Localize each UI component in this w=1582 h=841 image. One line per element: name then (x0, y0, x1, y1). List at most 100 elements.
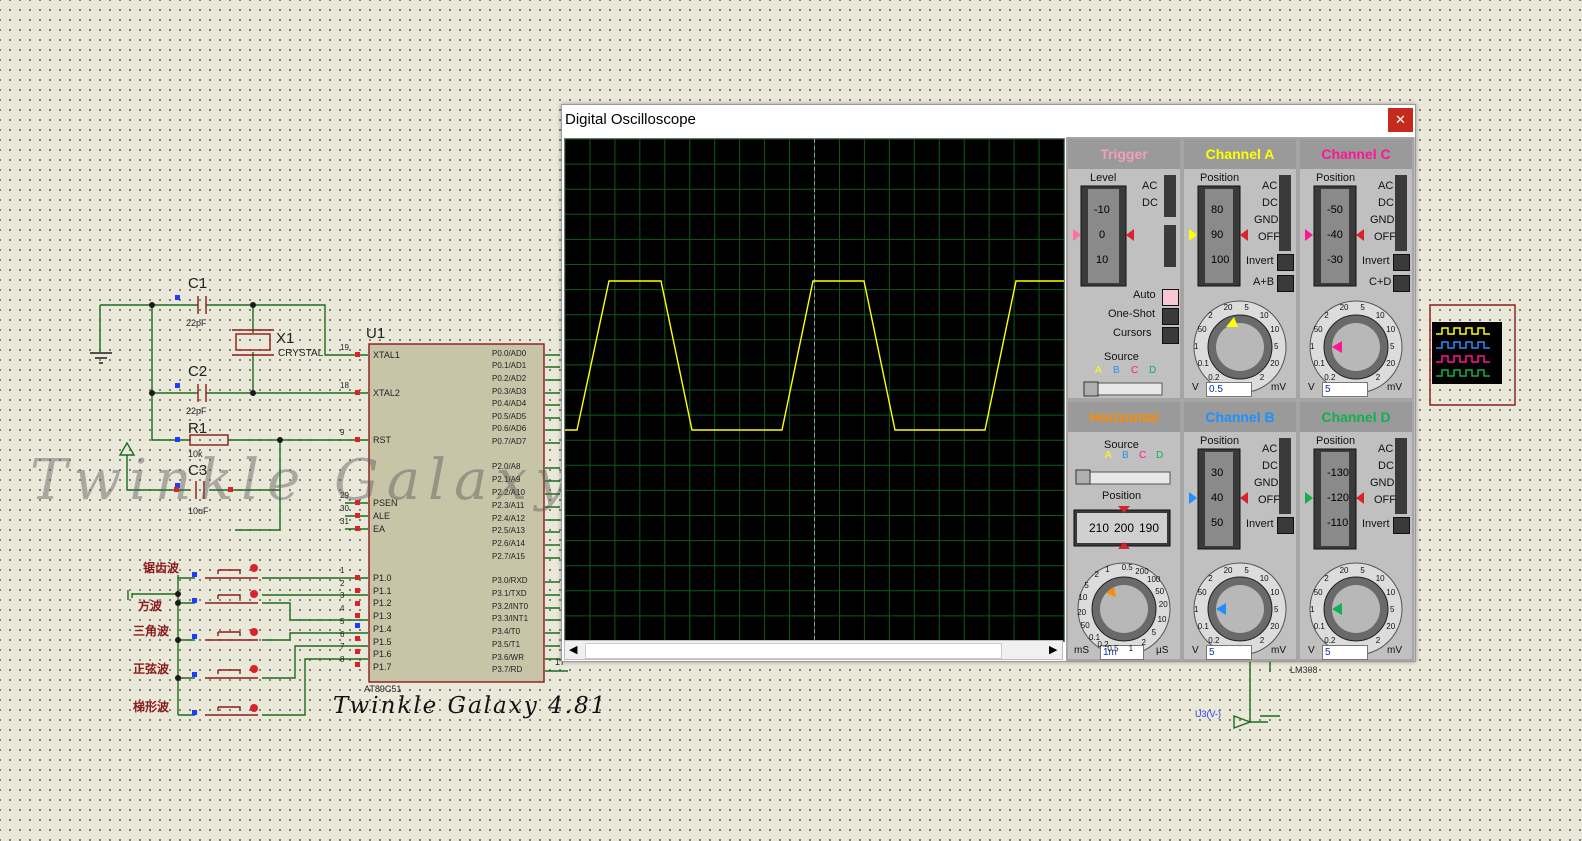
channel-c-scale-field[interactable]: 5 (1322, 382, 1368, 397)
channel-b-position-label: Position (1200, 435, 1240, 447)
channel-b-dc-label: DC (1262, 460, 1278, 472)
u1-pin-name: XTAL2 (373, 388, 400, 398)
channel-c-position-drum[interactable] (1314, 186, 1356, 286)
channel-d-knob-tick: 2 (1324, 574, 1329, 584)
trigger-source-label: Source (1104, 351, 1139, 363)
u1-pin-name: P0.7/AD7 (492, 437, 527, 446)
scroll-thumb[interactable] (585, 643, 1002, 659)
channel-d-position-label: Position (1316, 435, 1356, 447)
channel-c-unit-mv: mV (1387, 382, 1402, 393)
scope-screen (564, 138, 1065, 642)
channel-d-unit-mv: mV (1387, 645, 1402, 656)
channel-d-off-label: OFF (1374, 494, 1396, 506)
timebase-knob-tick: 50 (1080, 621, 1090, 631)
scope-display[interactable] (564, 138, 1065, 642)
channel-c-combine-toggle[interactable] (1393, 275, 1410, 292)
oscilloscope-window[interactable]: Digital Oscilloscope ✕ ◀ ▶ Trigger Level… (561, 104, 1416, 662)
channel-d-knob-tick: 2 (1375, 635, 1381, 645)
channel-a-knob-tick: 5 (1244, 303, 1249, 313)
channel-c-knob-tick: 10 (1375, 311, 1385, 321)
channel-d-invert-toggle[interactable] (1393, 517, 1410, 534)
horizontal-scrollbar[interactable]: ◀ ▶ (564, 640, 1063, 660)
u1-pin-name: P1.0 (373, 573, 392, 583)
channel-b-ac-label: AC (1262, 443, 1278, 455)
u1-pin-name: P0.5/AD5 (492, 412, 527, 421)
channel-a-scale-field[interactable]: 0.5 (1206, 382, 1252, 397)
window-titlebar[interactable]: Digital Oscilloscope ✕ (562, 105, 1415, 135)
horizontal-position-drum[interactable] (1074, 510, 1170, 546)
horizontal-source-c: C (1139, 450, 1147, 461)
window-title: Digital Oscilloscope (565, 111, 696, 128)
channel-b-knob-tick: 20 (1223, 566, 1233, 576)
trigger-source-d: D (1149, 365, 1157, 376)
u1-pin-number: 7 (340, 642, 345, 651)
channel-c-combine-label: C+D (1369, 276, 1392, 288)
channel-a-knob-tick: 50 (1197, 325, 1207, 335)
channel-a-knob-tick: 1 (1194, 342, 1199, 351)
trigger-level-drum[interactable] (1081, 186, 1126, 286)
channel-c-knob-tick: 20 (1339, 303, 1349, 313)
channel-a-combine-toggle[interactable] (1277, 275, 1294, 292)
auto-toggle[interactable] (1162, 289, 1179, 306)
channel-a-position-drum[interactable] (1198, 186, 1240, 286)
horizontal-unit-us: μS (1156, 645, 1169, 656)
u1-pin-name: P1.1 (373, 586, 392, 596)
u1-pin-name: P3.7/RD (492, 665, 523, 674)
close-button[interactable]: ✕ (1388, 108, 1413, 132)
channel-b-scale-field[interactable]: 5 (1206, 645, 1252, 660)
u1-pin-number: 18 (340, 381, 349, 390)
channel-b-knob-tick: 5 (1244, 566, 1249, 576)
channel-b-invert-label: Invert (1246, 518, 1274, 530)
channel-a-knob-tick: 5 (1274, 342, 1279, 351)
channel-a-combine-label: A+B (1253, 276, 1275, 288)
channel-b-knob-tick: 50 (1197, 588, 1207, 598)
channel-b-knob-tick: 0.1 (1197, 621, 1209, 631)
timebase-knob-tick: 2 (1094, 570, 1099, 580)
scroll-left-icon[interactable]: ◀ (569, 643, 577, 656)
channel-d-knob-tick: 5 (1390, 605, 1395, 614)
trigger-source-slider[interactable] (1084, 382, 1162, 396)
cursors-toggle[interactable] (1162, 327, 1179, 344)
channel-b-position-drum[interactable] (1198, 449, 1240, 549)
one-shot-toggle[interactable] (1162, 308, 1179, 325)
u1-pin-name: P3.1/TXD (492, 589, 527, 598)
c2-value: 22pF (186, 406, 207, 416)
switch-label-sine: 正弦波 (133, 662, 170, 676)
channel-c-invert-toggle[interactable] (1393, 254, 1410, 271)
u1-pin-name: RST (373, 435, 391, 445)
channel-a-unit-v: V (1192, 382, 1199, 393)
u1-pin-name: XTAL1 (373, 350, 400, 360)
channel-b-coupling-switch[interactable] (1279, 438, 1291, 514)
channel-a-knob-tick: 10 (1259, 311, 1269, 321)
channel-a-ac-label: AC (1262, 180, 1278, 192)
timebase-knob-tick: 50 (1155, 586, 1165, 596)
channel-b-knob-tick: 5 (1274, 605, 1279, 614)
channel-c-off-label: OFF (1374, 231, 1396, 243)
horizontal-source-slider[interactable] (1076, 470, 1170, 484)
channel-d-scale-field[interactable]: 5 (1322, 645, 1368, 660)
channel-d-position-drum[interactable] (1314, 449, 1356, 549)
trigger-ac-label: AC (1142, 180, 1158, 192)
lm308-label: LM308 (1290, 665, 1318, 675)
channel-c-coupling-switch[interactable] (1395, 175, 1407, 251)
control-panel: Trigger Level -10 0 10 AC DC Auto One-Sh… (1066, 137, 1415, 661)
channel-a-coupling-switch[interactable] (1279, 175, 1291, 251)
c1-ref: C1 (188, 275, 208, 292)
trigger-auto-label: Auto (1133, 289, 1156, 301)
u1-pin-name: P1.6 (373, 649, 392, 659)
u3-pin-label: U3(V-) (1195, 709, 1222, 719)
u1-pin-name: P3.0/RXD (492, 576, 528, 585)
channel-b-knob-tick: 1 (1194, 605, 1199, 614)
channel-d-ac-label: AC (1378, 443, 1394, 455)
channel-a-invert-toggle[interactable] (1277, 254, 1294, 271)
x1-value: CRYSTAL (278, 348, 324, 359)
channel-a-knob-tick: 10 (1270, 325, 1280, 335)
scroll-right-icon[interactable]: ▶ (1049, 643, 1057, 656)
channel-d-coupling-switch[interactable] (1395, 438, 1407, 514)
channel-b-knob-tick: 10 (1270, 588, 1280, 598)
u1-pin-number: 19 (340, 343, 349, 352)
timebase-knob-tick: 10 (1078, 593, 1088, 603)
channel-b-invert-toggle[interactable] (1277, 517, 1294, 534)
channel-d-knob-tick: 20 (1386, 621, 1396, 631)
channel-a-title: Channel A (1205, 146, 1275, 162)
